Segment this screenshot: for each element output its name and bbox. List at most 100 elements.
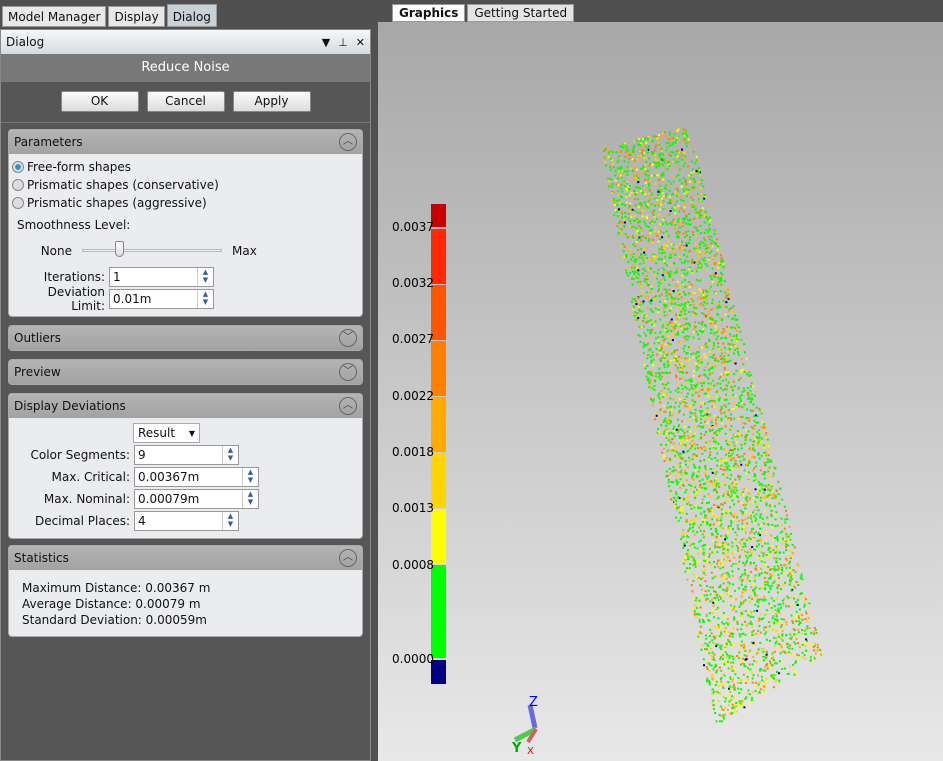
legend-label: 0.0000 [392,652,434,666]
iterations-label: Iterations: [43,270,105,284]
legend-swatch [431,397,446,452]
tab-display[interactable]: Display [108,6,165,27]
section-title: Outliers [14,331,61,345]
legend-label: 0.0027 [392,332,434,346]
expand-icon[interactable]: ﹀ [339,329,357,347]
pin-icon[interactable]: ⊥ [338,36,348,49]
spin-arrows-icon[interactable]: ▲ ▼ [222,512,238,530]
statistics-header[interactable]: Statistics ︿ [9,546,362,570]
max-critical-value[interactable]: 0.00367m [135,470,242,484]
max-nominal-value[interactable]: 0.00079m [135,492,242,506]
legend-swatch [431,565,446,658]
decimal-value[interactable]: 4 [135,514,222,528]
radio-label: Free-form shapes [27,160,132,174]
radio-prismatic-aggressive[interactable]: Prismatic shapes (aggressive) [12,194,358,212]
decimal-places-label: Decimal Places: [35,514,130,528]
chevron-down-icon: ▼ [188,428,195,438]
statistics-section: Statistics ︿ Maximum Distance: 0.00367 m … [8,545,363,637]
smoothness-label: Smoothness Level: [17,218,131,232]
x-axis-label: X [527,746,534,757]
collapse-icon[interactable]: ︿ [339,133,357,151]
section-title: Parameters [14,135,83,149]
tab-getting-started[interactable]: Getting Started [467,4,575,22]
tab-graphics[interactable]: Graphics [392,4,466,22]
slider-max-label: Max [232,244,257,258]
panel-titlebar: Dialog ▼ ⊥ ✕ [1,30,370,54]
deviation-limit-field[interactable]: 0.01m ▲ ▼ [109,289,214,309]
smoothness-slider[interactable] [82,241,222,261]
parameters-section: Parameters ︿ Free-form shapes Prismatic s… [8,129,363,317]
max-nominal-label: Max. Nominal: [43,492,130,506]
radio-label: Prismatic shapes (conservative) [27,178,219,192]
section-title: Preview [14,365,61,379]
dialog-heading: Reduce Noise [1,54,370,82]
apply-button[interactable]: Apply [232,91,311,112]
outliers-section: Outliers ﹀ [8,325,363,351]
legend-label: 0.0022 [392,389,434,403]
collapse-icon[interactable]: ︿ [339,549,357,567]
section-title: Statistics [14,551,69,565]
segments-value[interactable]: 9 [135,448,222,462]
y-axis-label: Y [511,741,522,756]
section-title: Display Deviations [14,399,126,413]
preview-section: Preview ﹀ [8,359,363,385]
deviation-limit-label: Deviation Limit: [47,285,105,313]
slider-thumb[interactable] [114,241,124,257]
display-deviations-section: Display Deviations ︿ Result ▼ Color Segmen… [8,393,363,539]
radio-icon[interactable] [12,179,24,191]
close-icon[interactable]: ✕ [356,36,365,49]
graphics-viewport[interactable]: 0.0037 0.0032 0.0027 0.0022 0.0018 0.0013 0.00… [378,22,943,761]
spin-arrows-icon[interactable]: ▲ ▼ [197,268,213,286]
mode-value: Result [138,426,176,440]
max-critical-label: Max. Critical: [51,470,130,484]
display-deviations-header[interactable]: Display Deviations ︿ [9,394,362,418]
spin-arrows-icon[interactable]: ▲ ▼ [242,490,258,508]
point-cloud-view[interactable]: 0.0037 0.0032 0.0027 0.0022 0.0018 0.0013 0.00… [378,22,943,761]
dropdown-icon[interactable]: ▼ [322,36,330,49]
preview-header[interactable]: Preview ﹀ [9,360,362,384]
radio-free-form[interactable]: Free-form shapes [12,158,358,176]
radio-label: Prismatic shapes (aggressive) [27,196,207,210]
stat-max-distance: Maximum Distance: 0.00367 m [22,581,211,595]
iterations-field[interactable]: 1 ▲ ▼ [109,267,214,287]
cancel-button[interactable]: Cancel [146,91,225,112]
legend-label: 0.0037 [392,220,434,234]
legend-label: 0.0018 [392,445,434,459]
legend-label: 0.0032 [392,276,434,290]
point-cloud [602,127,823,723]
deviation-color-legend: 0.0037 0.0032 0.0027 0.0022 0.0018 0.0013 0.00… [392,204,446,684]
max-critical-field[interactable]: 0.00367m ▲ ▼ [134,467,259,487]
panel-title: Dialog [6,35,45,49]
radio-icon[interactable] [12,197,24,209]
parameters-header[interactable]: Parameters ︿ [9,130,362,154]
radio-icon[interactable] [12,161,24,173]
legend-label: 0.0008 [392,558,434,572]
mode-dropdown[interactable]: Result ▼ [133,423,200,443]
decimal-places-field[interactable]: 4 ▲ ▼ [134,511,239,531]
dialog-panel: Dialog ▼ ⊥ ✕ Reduce Noise OK Cancel Appl… [0,29,371,761]
tab-dialog[interactable]: Dialog [166,4,217,27]
iterations-value[interactable]: 1 [110,270,197,284]
tab-model-manager[interactable]: Model Manager [2,6,107,27]
outliers-header[interactable]: Outliers ﹀ [9,326,362,350]
axis-triad: Z Y X [511,695,538,757]
slider-min-label: None [40,244,72,258]
graphics-tabs: Graphics Getting Started [392,4,575,22]
stat-standard-deviation: Standard Deviation: 0.00059m [22,613,207,627]
radio-prismatic-conservative[interactable]: Prismatic shapes (conservative) [12,176,358,194]
ok-button[interactable]: OK [60,91,139,112]
z-axis-label: Z [529,695,538,710]
max-nominal-field[interactable]: 0.00079m ▲ ▼ [134,489,259,509]
legend-swatch [431,341,446,396]
legend-label: 0.0013 [392,501,434,515]
color-segments-field[interactable]: 9 ▲ ▼ [134,445,239,465]
expand-icon[interactable]: ﹀ [339,363,357,381]
deviation-value[interactable]: 0.01m [110,292,197,306]
spin-arrows-icon[interactable]: ▲ ▼ [197,290,213,308]
color-segments-label: Color Segments: [30,448,130,462]
spin-arrows-icon[interactable]: ▲ ▼ [242,468,258,486]
spin-arrows-icon[interactable]: ▲ ▼ [222,446,238,464]
collapse-icon[interactable]: ︿ [339,397,357,415]
stat-average-distance: Average Distance: 0.00079 m [22,597,201,611]
left-tabs: Model Manager Display Dialog [2,4,217,27]
